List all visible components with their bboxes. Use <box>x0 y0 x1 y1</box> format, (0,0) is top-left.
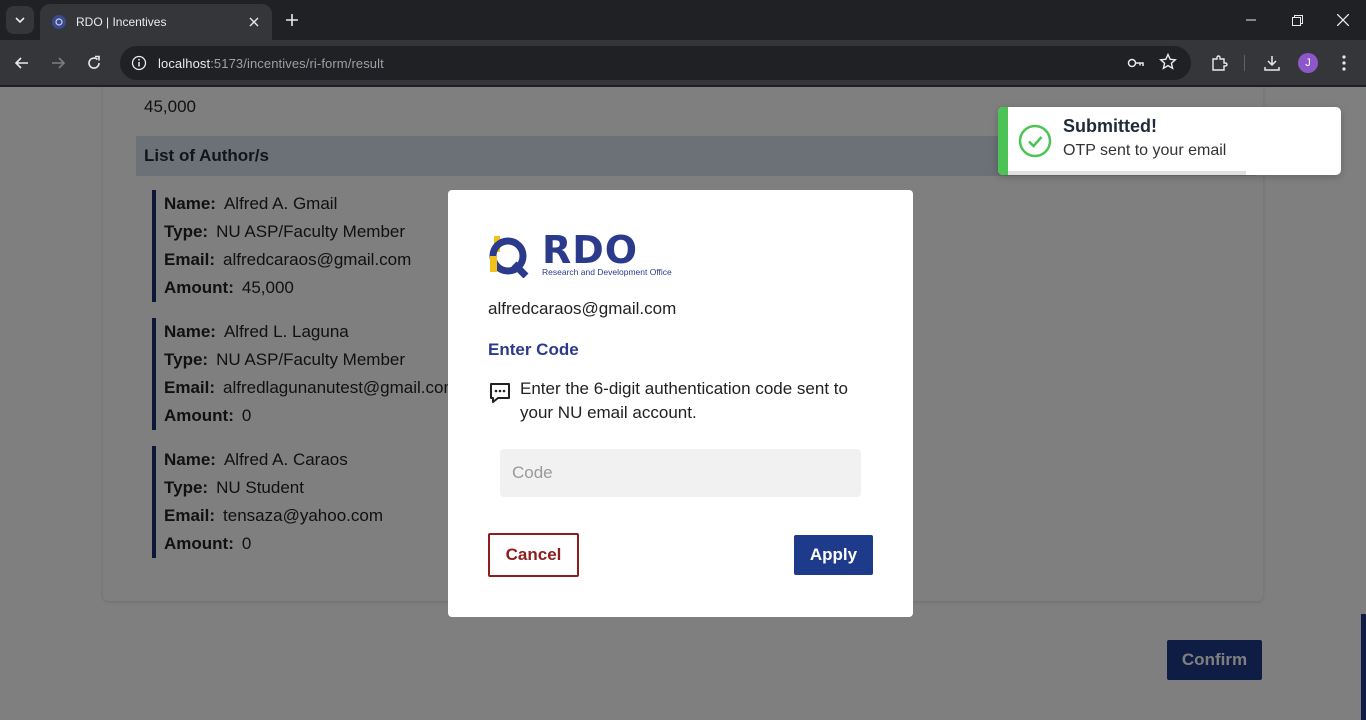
restore-button[interactable] <box>1274 0 1320 40</box>
apply-button[interactable]: Apply <box>794 535 873 575</box>
cancel-button[interactable]: Cancel <box>488 533 579 577</box>
chevron-down-icon <box>15 17 25 24</box>
bookmark-star-icon[interactable] <box>1159 53 1177 71</box>
tab-search-button[interactable] <box>6 6 34 34</box>
reload-button[interactable] <box>80 49 108 77</box>
plus-icon <box>286 14 298 26</box>
browser-toolbar: localhost:5173/incentives/ri-form/result… <box>0 40 1366 86</box>
otp-code-input[interactable] <box>500 449 861 497</box>
rdo-favicon-icon <box>52 15 66 29</box>
profile-avatar[interactable]: J <box>1298 53 1318 73</box>
url-text: localhost:5173/incentives/ri-form/result <box>158 55 384 71</box>
message-dots-icon <box>490 383 510 403</box>
otp-heading: Enter Code <box>488 340 579 359</box>
address-bar[interactable]: localhost:5173/incentives/ri-form/result <box>120 46 1191 80</box>
site-info-icon[interactable] <box>130 54 148 72</box>
toast-message: OTP sent to your email <box>1063 142 1227 159</box>
check-circle-icon <box>1018 124 1052 158</box>
close-icon <box>249 17 259 27</box>
tab-strip: RDO | Incentives <box>0 0 1366 40</box>
toast-title: Submitted! <box>1063 116 1157 136</box>
arrow-left-icon <box>14 57 28 69</box>
extensions-icon[interactable] <box>1207 51 1231 75</box>
reload-icon <box>88 55 100 69</box>
toast-progress-bar <box>1008 171 1246 175</box>
otp-instructions: Enter the 6-digit authentication code se… <box>520 379 848 422</box>
otp-recipient-email: alfredcaraos@gmail.com <box>488 299 677 318</box>
otp-modal: RDO Research and Development Office alfr… <box>448 190 913 617</box>
new-tab-button[interactable] <box>280 8 304 32</box>
success-toast[interactable]: Submitted! OTP sent to your email <box>998 107 1341 175</box>
password-key-icon[interactable] <box>1127 54 1145 72</box>
close-icon <box>1337 14 1349 26</box>
rdo-logo-mark-icon <box>489 236 529 278</box>
browser-menu-icon[interactable] <box>1332 51 1356 75</box>
tab-close-button[interactable] <box>246 14 262 30</box>
toast-accent-bar <box>998 107 1008 175</box>
restore-icon <box>1291 14 1303 26</box>
browser-tab[interactable]: RDO | Incentives <box>40 4 272 40</box>
arrow-right-icon <box>52 57 66 69</box>
tab-title: RDO | Incentives <box>76 15 167 29</box>
close-window-button[interactable] <box>1320 0 1366 40</box>
minimize-icon <box>1246 19 1256 21</box>
back-button[interactable] <box>8 49 36 77</box>
toolbar-divider <box>1244 55 1245 71</box>
minimize-button[interactable] <box>1228 0 1274 40</box>
rdo-logo: RDO Research and Development Office <box>488 228 688 280</box>
download-icon[interactable] <box>1260 51 1284 75</box>
logo-subtitle: Research and Development Office <box>542 267 672 277</box>
logo-wordmark: RDO <box>542 228 639 272</box>
forward-button[interactable] <box>44 49 72 77</box>
